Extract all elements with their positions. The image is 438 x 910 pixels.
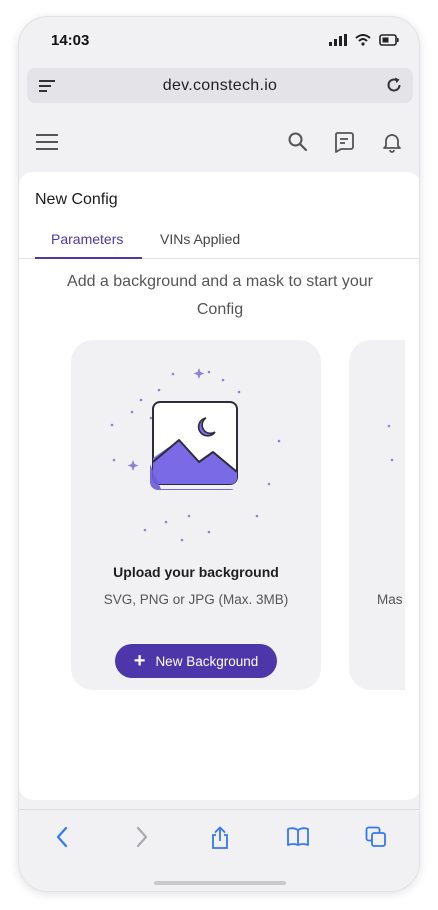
new-background-button[interactable]: + New Background — [115, 644, 277, 678]
bookmarks-icon[interactable] — [286, 826, 310, 853]
tab-vins-applied[interactable]: VINs Applied — [160, 231, 240, 247]
share-icon[interactable] — [209, 826, 231, 855]
reload-icon[interactable] — [385, 76, 403, 99]
upload-mask-card: Mas — [349, 340, 405, 690]
tab-parameters[interactable]: Parameters — [51, 231, 123, 247]
new-background-label: New Background — [155, 653, 259, 669]
app-header — [19, 112, 419, 172]
active-tab-indicator — [35, 257, 142, 259]
forward-icon[interactable] — [135, 826, 149, 853]
battery-icon — [379, 33, 399, 51]
config-card: New Config Parameters VINs Applied Add a… — [19, 172, 419, 800]
upload-background-card: Upload your background SVG, PNG or JPG (… — [71, 340, 321, 690]
status-time: 14:03 — [51, 32, 90, 49]
tabs-icon[interactable] — [365, 826, 387, 853]
upload-background-title: Upload your background — [113, 564, 279, 580]
address-bar[interactable]: dev.constech.io — [27, 68, 413, 103]
home-indicator — [154, 881, 286, 885]
plus-icon: + — [133, 650, 146, 672]
tab-bar: Parameters VINs Applied — [19, 224, 419, 259]
status-bar: 14:03 — [19, 17, 419, 65]
chat-icon[interactable] — [333, 131, 355, 158]
phone-frame: 14:03 dev.constech.io New Config Paramet… — [18, 16, 420, 892]
browser-toolbar — [19, 809, 419, 891]
upload-mask-subtitle: Mas — [377, 592, 403, 607]
wifi-icon — [355, 33, 371, 51]
back-icon[interactable] — [55, 826, 69, 853]
status-icons — [329, 33, 399, 51]
bell-icon[interactable] — [381, 131, 403, 158]
page-title: New Config — [35, 191, 118, 208]
intro-text: Add a background and a mask to start you… — [67, 273, 373, 318]
image-placeholder-illustration — [110, 368, 281, 542]
signal-icon — [329, 33, 347, 51]
menu-icon[interactable] — [36, 134, 58, 155]
upload-background-subtitle: SVG, PNG or JPG (Max. 3MB) — [103, 592, 289, 607]
search-icon[interactable] — [287, 131, 309, 158]
mask-illustration — [387, 424, 394, 462]
url-text[interactable]: dev.constech.io — [27, 77, 413, 95]
